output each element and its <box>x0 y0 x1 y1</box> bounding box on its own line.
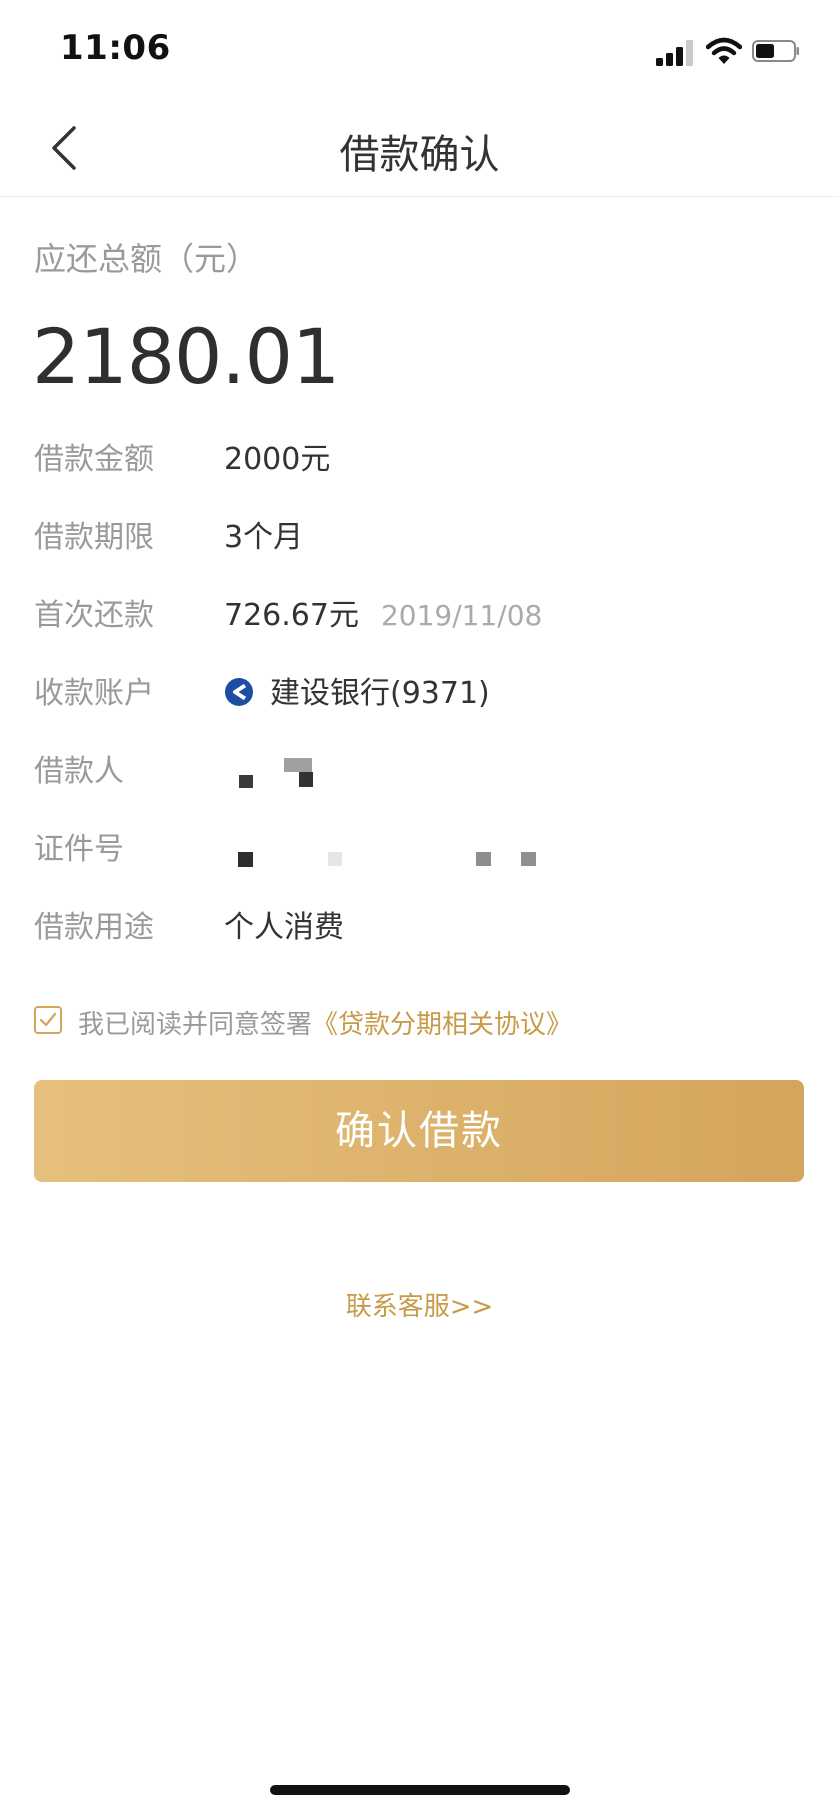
loan-amount-row: 借款金额 2000元 <box>0 426 839 486</box>
loan-term-value: 3个月 <box>224 520 304 555</box>
purpose-label: 借款用途 <box>34 910 154 945</box>
battery-icon <box>752 40 799 62</box>
loan-term-row: 借款期限 3个月 <box>0 504 839 564</box>
purpose-value: 个人消费 <box>224 910 344 945</box>
confirm-loan-button[interactable]: 确认借款 <box>34 1080 804 1182</box>
first-payment-label: 首次还款 <box>34 598 154 633</box>
loan-amount-label: 借款金额 <box>34 442 154 477</box>
contact-support-link[interactable]: 联系客服>> <box>0 1286 839 1323</box>
agreement-checkbox[interactable] <box>34 1006 62 1034</box>
id-number-row: 证件号 <box>0 816 839 876</box>
borrower-name-masked <box>224 738 344 798</box>
first-payment-row: 首次还款 726.67元 2019/11/08 <box>0 582 839 642</box>
account-label: 收款账户 <box>34 676 154 711</box>
agreement-text: 我已阅读并同意签署《贷款分期相关协议》 <box>78 1004 572 1041</box>
total-amount: 2180.01 <box>32 312 340 401</box>
id-number-masked <box>224 816 544 876</box>
page-title: 借款确认 <box>339 132 500 178</box>
loan-term-label: 借款期限 <box>34 520 154 555</box>
loan-amount-value: 2000元 <box>224 442 331 477</box>
borrower-label: 借款人 <box>34 754 124 789</box>
total-label: 应还总额（元） <box>34 240 259 278</box>
checkmark-icon <box>39 1012 57 1027</box>
first-payment-value-wrap: 726.67元 2019/11/08 <box>224 590 542 634</box>
cellular-signal-icon <box>656 40 696 66</box>
first-payment-value: 726.67元 <box>224 598 359 633</box>
id-number-label: 证件号 <box>34 832 124 867</box>
first-payment-date: 2019/11/08 <box>380 599 543 632</box>
account-value: 建设银行(9371) <box>270 676 490 711</box>
account-value-wrap: 建设银行(9371) <box>224 668 490 712</box>
agreement-statement: 我已阅读并同意签署 <box>78 1010 313 1040</box>
bank-logo-icon <box>225 678 253 706</box>
nav-bar: 借款确认 <box>0 100 839 197</box>
wifi-icon <box>706 37 742 64</box>
borrower-row: 借款人 <box>0 738 839 798</box>
account-row: 收款账户 建设银行(9371) <box>0 660 839 720</box>
home-indicator <box>270 1785 570 1795</box>
status-bar: 11:06 <box>0 0 839 100</box>
purpose-row: 借款用途 个人消费 <box>0 894 839 954</box>
status-time: 11:06 <box>60 28 171 68</box>
agreement-link[interactable]: 《贷款分期相关协议》 <box>312 1010 572 1040</box>
